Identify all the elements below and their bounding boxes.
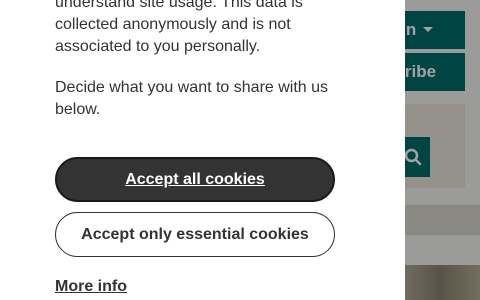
cookie-instruction: Decide what you want to share with us be…: [55, 79, 329, 118]
more-info-link[interactable]: More info: [55, 278, 127, 296]
cookie-consent-dialog: understand site usage. This data is coll…: [0, 0, 405, 300]
cookie-description: understand site usage. This data is coll…: [55, 0, 303, 55]
accept-essential-cookies-button[interactable]: Accept only essential cookies: [55, 212, 335, 257]
accept-all-cookies-button[interactable]: Accept all cookies: [55, 157, 335, 202]
